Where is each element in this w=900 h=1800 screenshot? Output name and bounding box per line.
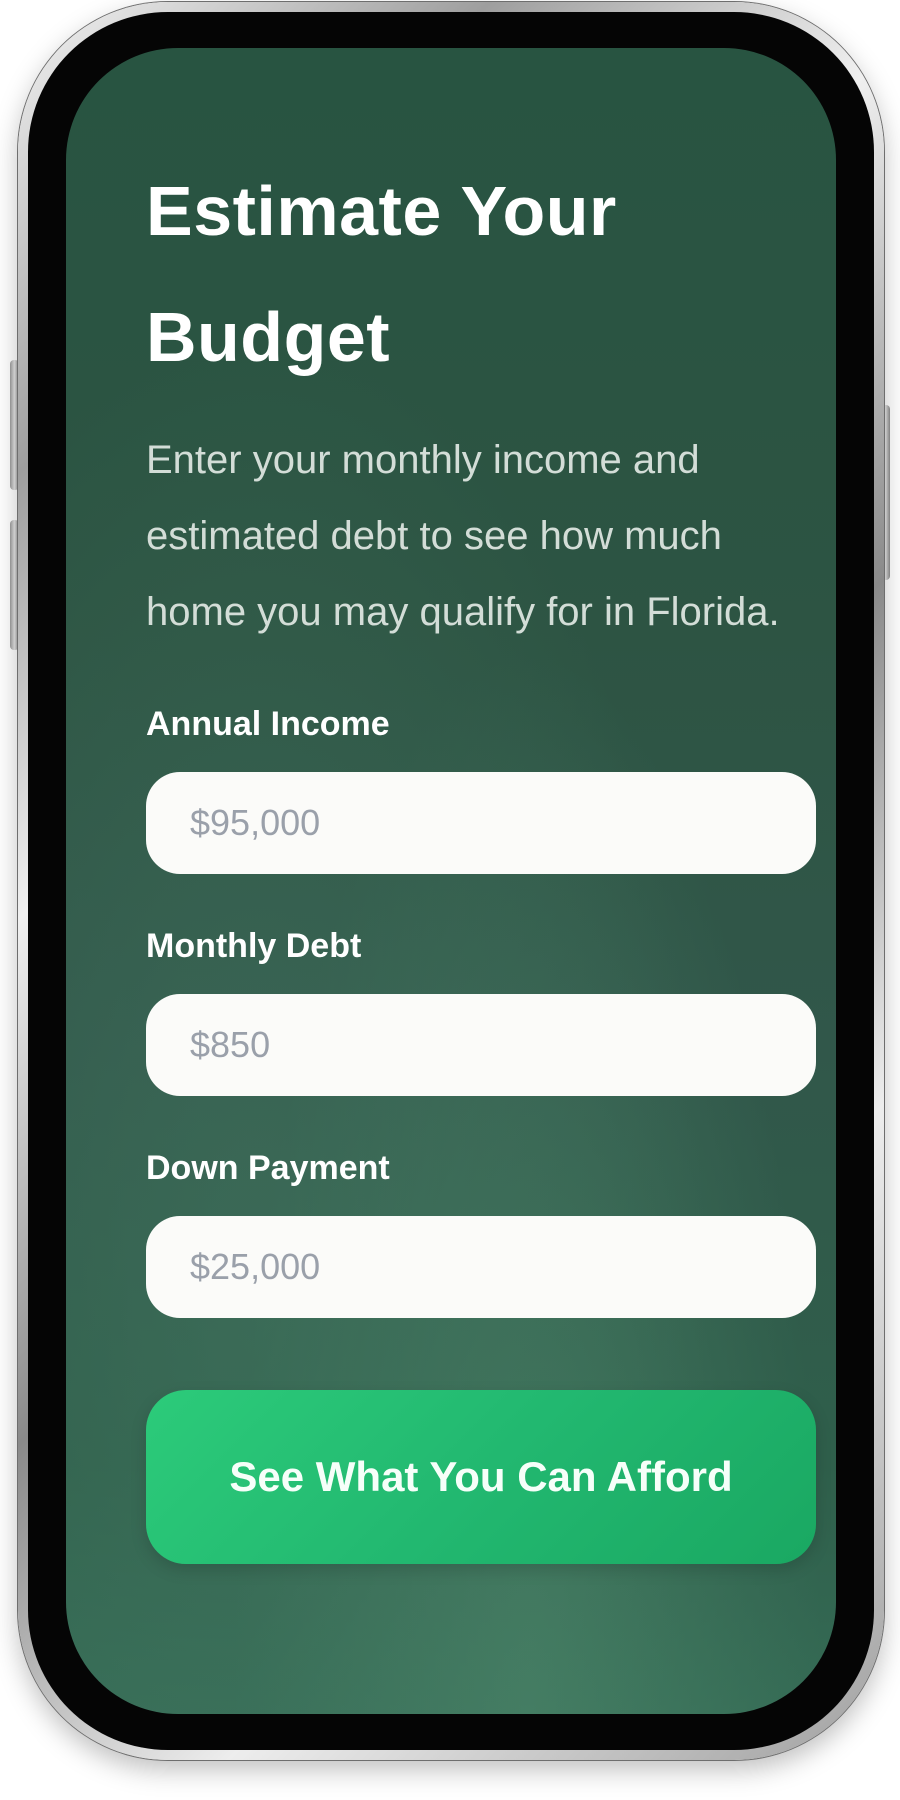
page-subtitle: Enter your monthly income and estimated … [146, 438, 780, 634]
monthly-debt-input[interactable] [146, 994, 816, 1096]
phone-frame: Estimate Your Budget Enter your monthly … [18, 2, 884, 1760]
page-title: Estimate Your Budget [146, 172, 617, 376]
see-what-you-can-afford-button[interactable]: See What You Can Afford [146, 1390, 816, 1564]
annual-income-label: Annual Income [146, 705, 390, 743]
down-payment-label: Down Payment [146, 1149, 390, 1187]
monthly-debt-label: Monthly Debt [146, 927, 362, 965]
annual-income-input[interactable] [146, 772, 816, 874]
budget-form-card: Estimate Your Budget Enter your monthly … [146, 148, 816, 1564]
phone-screen: Estimate Your Budget Enter your monthly … [66, 48, 836, 1714]
phone-bezel: Estimate Your Budget Enter your monthly … [28, 12, 874, 1750]
down-payment-input[interactable] [146, 1216, 816, 1318]
